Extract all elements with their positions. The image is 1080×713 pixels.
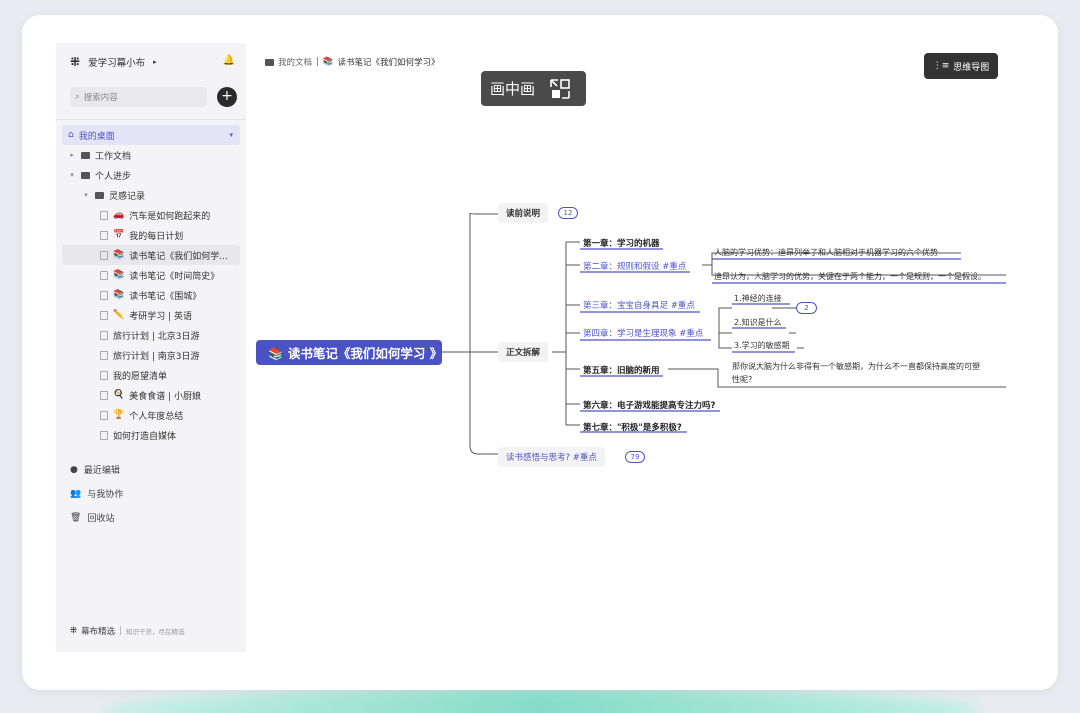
mindmap-sub-item[interactable]: 2.知识是什么 [734,317,782,328]
child-count-badge[interactable]: 12 [558,207,578,219]
mindmap-node-chapter[interactable]: 第四章：学习是生理现象 #重点 [583,327,703,339]
mindmap-node-reflection[interactable]: 读书感悟与思考? #重点 [498,447,605,467]
mindmap-note-line1[interactable]: 那你说大脑为什么非得有一个敏感期，为什么不一直都保持高度的可塑 [732,361,980,372]
child-count-badge[interactable]: 79 [625,451,645,463]
mindmap-note[interactable]: 迪昂认为，人脑学习的优势，关键在于两个能力，一个是规则，一个是假设。 [714,271,986,282]
mindmap-node-chapter[interactable]: 第五章：旧脑的新用 [583,364,660,376]
mindmap-node-chapter[interactable]: 第三章：宝宝自身具足 #重点 [583,299,695,311]
mindmap-note-line2[interactable]: 性呢? [732,374,752,385]
mindmap-node-chapter[interactable]: 第一章：学习的机器 [583,237,660,249]
mindmap-node-pre[interactable]: 读前说明 [498,203,549,223]
mindmap-node-chapter[interactable]: 第七章："积极"是多积极? [583,421,682,433]
mindmap-note[interactable]: 人脑的学习优势：迪昂列举了和人脑相对于机器学习的六个优势 [714,247,938,258]
mindmap-node-chapter[interactable]: 第六章：电子游戏能提高专注力吗? [583,399,715,411]
mindmap-root[interactable]: 📚 读书笔记《我们如何学习 》 [256,340,442,365]
child-count-badge[interactable]: 2 [796,302,817,314]
app-window: ⁜ 爱学习幕小布 ▸ 🔔 ⌕ 搜索内容 + ⌂ 我的桌面 ▾ ▸ 工作文档 ▾ [56,43,1006,652]
mindmap-sub-item[interactable]: 1.神经的连接 [734,293,782,304]
mindmap-node-chapter[interactable]: 第二章：规则和假设 #重点 [583,260,686,272]
mindmap-node-body[interactable]: 正文拆解 [498,342,549,362]
background-glow [100,688,980,713]
mindmap-sub-item[interactable]: 3.学习的敏感期 [734,340,790,351]
